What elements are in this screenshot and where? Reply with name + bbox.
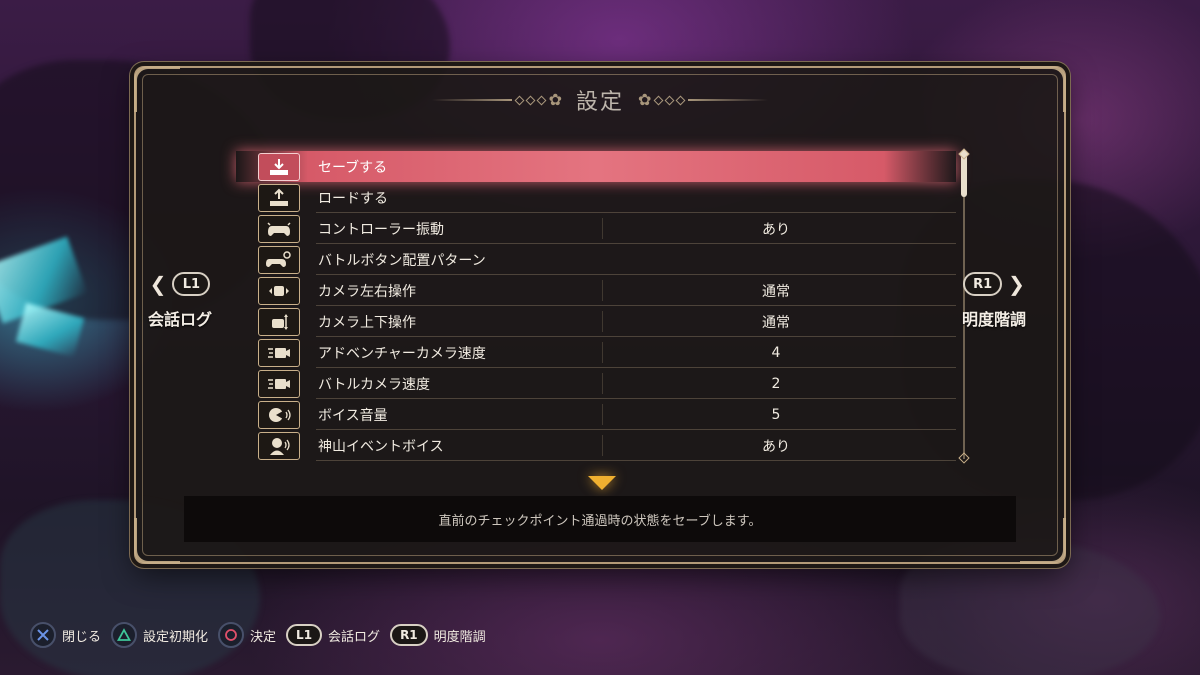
setting-value: 通常 [762,283,790,300]
hint-reset-settings[interactable]: 設定初期化 [111,622,208,648]
conversation-log-label: 会話ログ [148,310,213,329]
hint-label: 決定 [250,629,277,645]
hint-label: 設定初期化 [143,629,209,645]
hint-close[interactable]: 閉じる [30,622,101,648]
setting-label: セーブする [318,159,388,176]
setting-label: バトルボタン配置パターン [318,252,486,269]
corner-ornament [134,518,180,564]
page-title: 設定 [575,90,624,115]
setting-row-load[interactable]: ロードする [236,182,956,213]
hint-conversation-log[interactable]: L1 会話ログ [286,624,380,646]
camera-speed-icon [258,339,300,367]
corner-ornament [1020,518,1066,564]
scroll-down-arrow-icon[interactable] [588,476,616,490]
cross-button-icon [30,622,56,648]
camera-speed-icon [258,370,300,398]
setting-value: 通常 [762,314,790,331]
chevron-right-icon: ❯ [1008,272,1025,296]
settings-panel: ✿ 設定 ✿ セーブする ロードする コントローラー振動 あり バトルボタン配置… [134,66,1066,564]
button-hints-bar: 閉じる 設定初期化 決定 L1 会話ログ R1 明度階調 [30,622,490,648]
setting-label: アドベンチャーカメラ速度 [318,345,486,362]
title-ornament-right: ✿ [638,92,769,108]
side-tab-left[interactable]: ❮ L1 会話ログ [148,272,212,330]
side-tab-right[interactable]: R1 ❯ 明度階調 [962,272,1026,330]
l1-button: L1 [286,624,323,646]
controller-vibration-icon [258,215,300,243]
setting-row-battle-button-layout[interactable]: バトルボタン配置パターン [236,244,956,275]
camera-vertical-icon [258,308,300,336]
setting-row-save[interactable]: セーブする [236,151,956,182]
voice-volume-icon [258,401,300,429]
setting-label: 神山イベントボイス [318,438,444,455]
setting-value: 5 [771,406,781,423]
setting-label: ロードする [318,190,388,207]
setting-row-camera-horizontal[interactable]: カメラ左右操作 通常 [236,275,956,306]
hint-label: 会話ログ [328,629,381,645]
circle-button-icon [218,622,245,648]
setting-value: あり [762,438,790,455]
hint-confirm[interactable]: 決定 [218,622,276,648]
hint-label: 明度階調 [433,629,486,645]
setting-row-kamiyama-event-voice[interactable]: 神山イベントボイス あり [236,430,956,461]
hint-brightness[interactable]: R1 明度階調 [390,624,486,646]
setting-label: コントローラー振動 [318,221,444,238]
chevron-left-icon: ❮ [149,272,167,296]
voice-character-icon [258,432,300,460]
title-bar: ✿ 設定 ✿ [136,86,1064,115]
load-icon [258,184,300,212]
description-box: 直前のチェックポイント通過時の状態をセーブします。 [184,496,1016,542]
camera-horizontal-icon [258,277,300,305]
hint-label: 閉じる [62,629,102,645]
r1-button[interactable]: R1 [963,272,1003,296]
settings-list: セーブする ロードする コントローラー振動 あり バトルボタン配置パターン カメ… [236,151,956,461]
setting-row-controller-vibration[interactable]: コントローラー振動 あり [236,213,956,244]
brightness-label: 明度階調 [962,310,1027,329]
setting-value: 4 [771,344,781,361]
controller-settings-icon [258,246,300,274]
setting-row-voice-volume[interactable]: ボイス音量 5 [236,399,956,430]
setting-label: カメラ左右操作 [318,283,416,300]
setting-label: カメラ上下操作 [318,314,416,331]
description-text: 直前のチェックポイント通過時の状態をセーブします。 [438,513,762,529]
setting-label: バトルカメラ速度 [318,376,430,393]
triangle-button-icon [111,622,138,648]
setting-value: 2 [771,375,781,392]
r1-button: R1 [390,624,428,646]
title-ornament-left: ✿ [431,92,562,108]
l1-button[interactable]: L1 [172,272,211,296]
setting-row-camera-vertical[interactable]: カメラ上下操作 通常 [236,306,956,337]
setting-value: あり [762,221,790,238]
save-icon [258,153,300,181]
setting-row-battle-camera-speed[interactable]: バトルカメラ速度 2 [236,368,956,399]
setting-label: ボイス音量 [318,407,388,424]
setting-row-adventure-camera-speed[interactable]: アドベンチャーカメラ速度 4 [236,337,956,368]
